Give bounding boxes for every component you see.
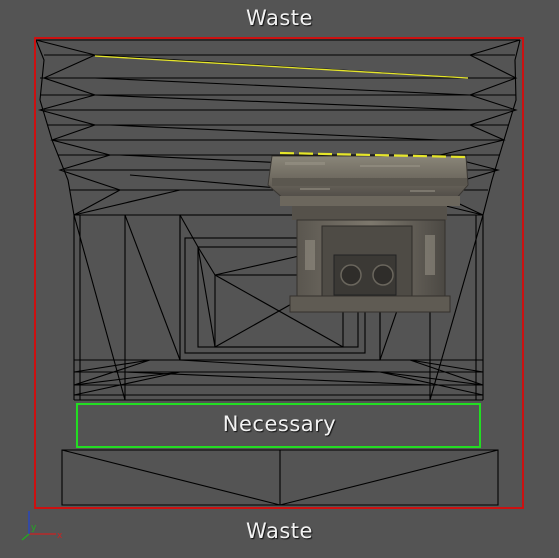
3d-viewport[interactable]: x y Waste Necessary Waste	[0, 0, 559, 558]
waste-boundary-frame	[34, 37, 524, 509]
waste-label-top: Waste	[246, 6, 313, 30]
waste-label-bottom: Waste	[246, 519, 313, 543]
stone-pedestal-model[interactable]	[267, 151, 469, 313]
necessary-label: Necessary	[222, 412, 337, 436]
highlight-edge	[94, 55, 469, 79]
viewport-canvas[interactable]: x y	[0, 0, 559, 558]
